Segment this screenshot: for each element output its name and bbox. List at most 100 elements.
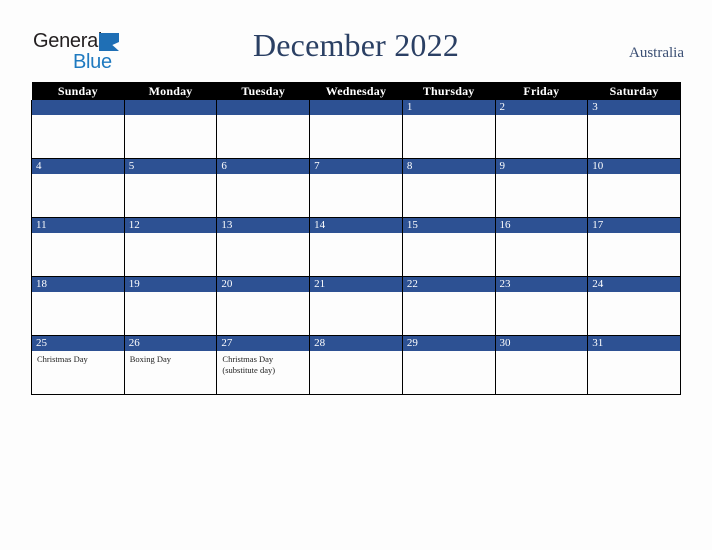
calendar-day-cell[interactable]: 15 (401, 217, 496, 277)
calendar-day-cell[interactable] (216, 100, 311, 159)
day-number: 19 (124, 277, 217, 292)
day-number: 13 (217, 218, 310, 233)
day-number: 23 (495, 277, 588, 292)
weekday-header-wednesday: Wednesday (309, 82, 403, 100)
weekday-header-thursday: Thursday (402, 82, 496, 100)
calendar-day-cell[interactable]: 5 (123, 158, 218, 218)
day-events: Christmas Day (substitute day) (217, 351, 309, 375)
calendar-day-cell[interactable]: 11 (31, 217, 125, 277)
calendar-week-row: 25 Christmas Day 26 Boxing Day 27 Christmas D… (31, 335, 681, 395)
calendar-day-cell[interactable]: 23 (494, 276, 589, 336)
calendar-day-cell[interactable]: 20 (216, 276, 311, 336)
day-events: Boxing Day (125, 351, 217, 365)
calendar-day-cell[interactable]: 21 (309, 276, 403, 336)
day-events (588, 292, 680, 295)
day-events (125, 174, 217, 177)
day-number: 15 (402, 218, 495, 233)
day-events (496, 115, 588, 118)
calendar-body: 1 2 3 4 5 6 7 8 9 10 11 12 13 14 15 16 17 18 19 20 21 22 23 24 2… (31, 100, 681, 395)
calendar-page: General Blue December 2022 Australia Sun… (0, 0, 712, 550)
day-number: 1 (402, 100, 495, 115)
day-number: 31 (588, 336, 680, 351)
day-events (588, 351, 680, 354)
calendar-day-cell[interactable] (31, 100, 125, 159)
calendar-day-cell[interactable]: 28 (309, 335, 403, 395)
day-events (125, 115, 217, 118)
calendar-day-cell[interactable]: 1 (401, 100, 496, 159)
day-events (403, 292, 495, 295)
calendar-day-cell[interactable]: 18 (31, 276, 125, 336)
calendar-day-cell[interactable]: 24 (587, 276, 681, 336)
day-number: 27 (217, 336, 310, 351)
weekday-header-saturday: Saturday (587, 82, 681, 100)
day-events (310, 351, 402, 354)
day-events (403, 174, 495, 177)
day-events (125, 292, 217, 295)
day-events (217, 292, 309, 295)
day-number: 17 (588, 218, 680, 233)
calendar-day-cell[interactable]: 2 (494, 100, 589, 159)
weekday-header-monday: Monday (124, 82, 217, 100)
calendar-day-cell[interactable]: 17 (587, 217, 681, 277)
day-events (32, 174, 124, 177)
day-events (403, 233, 495, 236)
calendar-day-cell[interactable]: 3 (587, 100, 681, 159)
calendar-day-cell[interactable]: 7 (309, 158, 403, 218)
calendar-day-cell[interactable]: 25 Christmas Day (31, 335, 125, 395)
day-number: 28 (310, 336, 402, 351)
calendar-day-cell[interactable]: 19 (123, 276, 218, 336)
calendar-day-cell[interactable]: 8 (401, 158, 496, 218)
day-number: 10 (588, 159, 680, 174)
calendar-day-cell[interactable]: 10 (587, 158, 681, 218)
calendar-day-cell[interactable]: 9 (494, 158, 589, 218)
day-number: 30 (495, 336, 588, 351)
calendar-day-cell[interactable]: 13 (216, 217, 311, 277)
calendar-week-row: 18 19 20 21 22 23 24 (31, 276, 681, 336)
calendar-day-cell[interactable]: 26 Boxing Day (123, 335, 218, 395)
calendar-day-cell[interactable]: 6 (216, 158, 311, 218)
day-number: 5 (124, 159, 217, 174)
day-number: 29 (402, 336, 495, 351)
day-number: 14 (310, 218, 402, 233)
calendar-day-cell[interactable]: 30 (494, 335, 589, 395)
day-number: 6 (217, 159, 310, 174)
day-events (403, 115, 495, 118)
day-number (217, 100, 310, 115)
day-events (32, 292, 124, 295)
region-label: Australia (629, 45, 684, 61)
day-number: 12 (124, 218, 217, 233)
day-events (496, 292, 588, 295)
day-number: 9 (495, 159, 588, 174)
calendar-day-cell[interactable]: 4 (31, 158, 125, 218)
day-number: 24 (588, 277, 680, 292)
day-events (217, 174, 309, 177)
calendar-day-cell[interactable]: 16 (494, 217, 589, 277)
day-events (310, 233, 402, 236)
calendar-day-cell[interactable]: 14 (309, 217, 403, 277)
day-events (310, 292, 402, 295)
day-events (496, 233, 588, 236)
day-events (588, 174, 680, 177)
calendar-day-cell[interactable]: 31 (587, 335, 681, 395)
day-number: 2 (495, 100, 588, 115)
day-events (217, 233, 309, 236)
day-events (496, 174, 588, 177)
day-number: 26 (124, 336, 217, 351)
day-number: 20 (217, 277, 310, 292)
calendar-day-cell[interactable] (123, 100, 218, 159)
day-events (588, 233, 680, 236)
day-number: 8 (402, 159, 495, 174)
day-number: 25 (32, 336, 124, 351)
calendar-day-cell[interactable]: 12 (123, 217, 218, 277)
day-number: 22 (402, 277, 495, 292)
calendar-day-cell[interactable] (309, 100, 403, 159)
day-event-label: Christmas Day (222, 354, 274, 364)
weekday-header-friday: Friday (495, 82, 588, 100)
calendar-day-cell[interactable]: 22 (401, 276, 496, 336)
day-number: 21 (310, 277, 402, 292)
calendar-week-row: 123 (31, 100, 681, 159)
calendar-day-cell[interactable]: 27 Christmas Day (substitute day) (216, 335, 311, 395)
calendar-day-cell[interactable]: 29 (401, 335, 496, 395)
weekday-header-sunday: Sunday (31, 82, 125, 100)
day-events: Christmas Day (32, 351, 124, 365)
